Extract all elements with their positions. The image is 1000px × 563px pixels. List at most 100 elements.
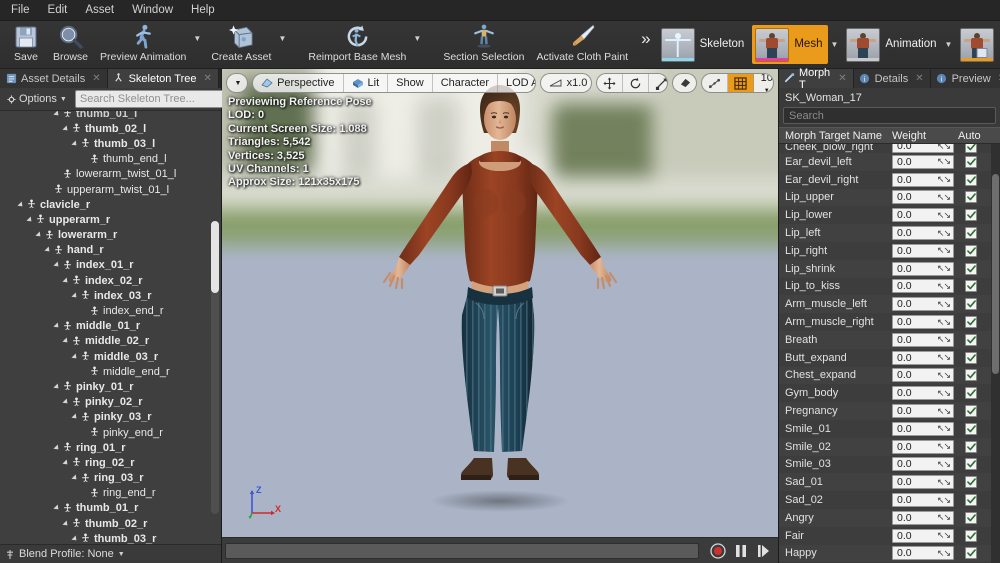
bone-tree-row[interactable]: thumb_01_l [0,111,221,121]
morph-target-row[interactable]: Chest_expand 0.0 ↖↘ [779,366,1000,385]
auto-checkbox[interactable] [965,547,977,560]
weight-spinbox[interactable]: 0.0 ↖↘ [892,243,954,258]
expander-triangle-icon[interactable] [60,278,70,284]
chevron-down-icon[interactable]: ▼ [192,21,205,68]
mode-button-blueprint[interactable]: Blueprint [957,25,1000,64]
spinner-arrows-icon[interactable]: ↖↘ [937,156,951,167]
morph-weight-cell[interactable]: 0.0 ↖↘ [892,144,958,153]
morph-weight-cell[interactable]: 0.0 ↖↘ [892,297,958,312]
character-button[interactable]: Character [433,74,498,92]
expander-triangle-icon[interactable] [60,399,70,405]
morph-weight-cell[interactable]: 0.0 ↖↘ [892,421,958,436]
expander-triangle-icon[interactable] [51,111,61,117]
spinner-arrows-icon[interactable]: ↖↘ [937,263,951,274]
preview-animation-button[interactable]: Preview Animation [94,21,192,68]
expander-triangle-icon[interactable] [69,141,79,147]
expander-triangle-icon[interactable] [51,505,61,511]
spinner-arrows-icon[interactable]: ↖↘ [937,388,951,399]
options-button[interactable]: Options ▼ [3,91,71,107]
bone-tree-row[interactable]: upperarm_r [0,212,221,227]
auto-checkbox[interactable] [965,458,977,471]
morph-weight-cell[interactable]: 0.0 ↖↘ [892,332,958,347]
angle-snap-button[interactable] [702,74,728,92]
morph-search-box[interactable] [783,107,996,124]
close-icon[interactable]: ✕ [915,73,923,84]
auto-checkbox[interactable] [965,262,977,275]
bone-tree-row[interactable]: thumb_01_r [0,501,221,516]
menu-item-file[interactable]: File [2,1,39,19]
morph-target-list[interactable]: Cheek_blow_right 0.0 ↖↘ Ear_devil_left 0.0 ↖↘… [779,144,1000,563]
auto-checkbox[interactable] [965,227,977,240]
bone-tree-row[interactable]: middle_02_r [0,334,221,349]
spinner-arrows-icon[interactable]: ↖↘ [937,228,951,239]
weight-spinbox[interactable]: 0.0 ↖↘ [892,226,954,241]
bone-tree-row[interactable]: pinky_03_r [0,410,221,425]
morph-weight-cell[interactable]: 0.0 ↖↘ [892,546,958,561]
bone-tree-row[interactable]: middle_01_r [0,319,221,334]
morph-target-row[interactable]: Lip_upper 0.0 ↖↘ [779,188,1000,207]
bone-tree-row[interactable]: index_01_r [0,258,221,273]
skeleton-search-box[interactable] [74,90,241,108]
morph-weight-cell[interactable]: 0.0 ↖↘ [892,439,958,454]
auto-checkbox[interactable] [965,529,977,542]
bone-tree-row[interactable]: thumb_end_l [0,152,221,167]
auto-checkbox[interactable] [965,387,977,400]
morph-target-row[interactable]: Breath 0.0 ↖↘ [779,330,1000,349]
save-button[interactable]: Save [5,21,47,68]
spinner-arrows-icon[interactable]: ↖↘ [937,370,951,381]
expander-triangle-icon[interactable] [51,262,61,268]
morph-weight-cell[interactable]: 0.0 ↖↘ [892,510,958,525]
step-forward-button[interactable] [756,543,770,559]
create-asset-button[interactable]: Create Asset [205,21,277,68]
morph-search-input[interactable] [789,109,990,122]
morph-target-row[interactable]: Arm_muscle_left 0.0 ↖↘ [779,295,1000,314]
blend-profile-bar[interactable]: Blend Profile: None ▼ [0,544,221,563]
tab-preview[interactable]: iPreview✕ [930,69,1000,88]
expander-triangle-icon[interactable] [24,217,34,223]
bone-tree-row[interactable]: lowerarm_twist_01_l [0,167,221,182]
weight-spinbox[interactable]: 0.0 ↖↘ [892,439,954,454]
expander-triangle-icon[interactable] [33,232,43,238]
bone-tree-row[interactable]: thumb_02_l [0,121,221,136]
bone-tree-row[interactable]: ring_03_r [0,471,221,486]
expander-triangle-icon[interactable] [69,293,79,299]
chevron-down-icon[interactable]: ▼ [944,21,957,68]
search-input[interactable] [79,93,222,105]
morph-weight-cell[interactable]: 0.0 ↖↘ [892,315,958,330]
weight-spinbox[interactable]: 0.0 ↖↘ [892,154,954,169]
expander-triangle-icon[interactable] [42,247,52,253]
tab-morph-t[interactable]: Morph T ✕ [779,67,854,91]
activate-cloth-paint-button[interactable]: Activate Cloth Paint [530,21,634,68]
morph-target-row[interactable]: Lip_shrink 0.0 ↖↘ [779,259,1000,278]
scrollbar-thumb[interactable] [211,221,219,293]
morph-weight-cell[interactable]: 0.0 ↖↘ [892,154,958,169]
bone-tree-row[interactable]: middle_03_r [0,349,221,364]
record-button[interactable] [710,542,726,559]
morph-weight-cell[interactable]: 0.0 ↖↘ [892,368,958,383]
weight-spinbox[interactable]: 0.0 ↖↘ [892,510,954,525]
morph-target-row[interactable]: Sad_02 0.0 ↖↘ [779,491,1000,509]
morph-target-row[interactable]: Ear_devil_left 0.0 ↖↘ [779,153,1000,171]
weight-spinbox[interactable]: 0.0 ↖↘ [892,297,954,312]
morph-target-row[interactable]: Smile_03 0.0 ↖↘ [779,455,1000,474]
morph-target-row[interactable]: Cheek_blow_right 0.0 ↖↘ [779,144,1000,153]
morph-target-row[interactable]: Gym_body 0.0 ↖↘ [779,384,1000,403]
spinner-arrows-icon[interactable]: ↖↘ [937,317,951,328]
preview-viewport[interactable]: ▼ Perspective Lit Show Character LOD x1.… [222,69,778,563]
morph-target-row[interactable]: Butt_expand 0.0 ↖↘ [779,348,1000,367]
weight-spinbox[interactable]: 0.0 ↖↘ [892,315,954,330]
morph-target-row[interactable]: Lip_to_kiss 0.0 ↖↘ [779,277,1000,296]
menu-item-help[interactable]: Help [182,1,224,19]
expander-triangle-icon[interactable] [69,354,79,360]
rotate-gizmo-button[interactable] [623,74,649,92]
auto-checkbox[interactable] [965,209,977,222]
morph-weight-cell[interactable]: 0.0 ↖↘ [892,457,958,472]
morph-target-row[interactable]: Angry 0.0 ↖↘ [779,508,1000,527]
morph-weight-cell[interactable]: 0.0 ↖↘ [892,386,958,401]
expander-triangle-icon[interactable] [15,202,25,208]
weight-spinbox[interactable]: 0.0 ↖↘ [892,386,954,401]
tab-details[interactable]: i Details ✕ [853,69,931,88]
toolbar-overflow-icon[interactable]: » [637,21,653,68]
spinner-arrows-icon[interactable]: ↖↘ [937,192,951,203]
spinner-arrows-icon[interactable]: ↖↘ [937,495,951,506]
